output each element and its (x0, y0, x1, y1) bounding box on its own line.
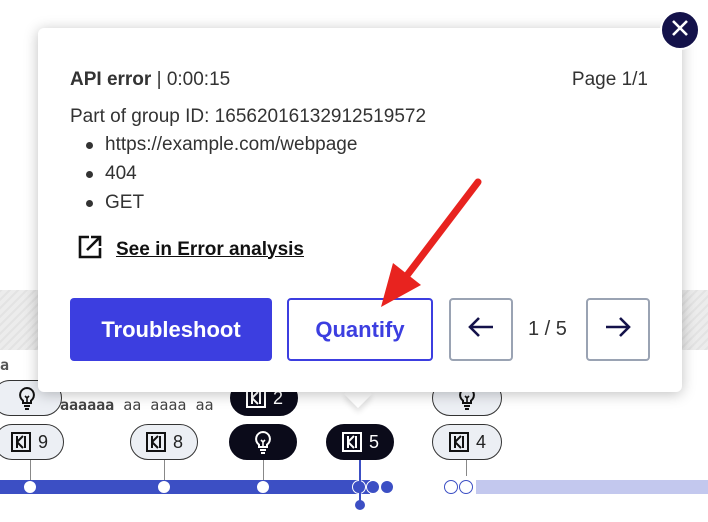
error-counter: 1 / 5 (528, 318, 567, 340)
timeline-anchor (355, 500, 365, 510)
detail-method: GET (85, 191, 357, 220)
error-details-list: https://example.com/webpage 404 GET (85, 133, 357, 220)
error-analysis-link-row[interactable]: See in Error analysis (76, 233, 304, 266)
marker-label: 8 (172, 431, 183, 452)
timeline-node[interactable] (444, 480, 458, 494)
timeline-node[interactable] (256, 480, 270, 494)
marker-stem (30, 460, 31, 480)
background-text: a (0, 356, 10, 374)
timeline-node[interactable] (157, 480, 171, 494)
previous-button[interactable] (449, 298, 513, 361)
marker-pill-8[interactable]: 8 (130, 424, 198, 460)
timeline-node[interactable] (459, 480, 473, 494)
timeline-anchor-line (359, 460, 361, 502)
marker-label: 4 (475, 431, 486, 452)
next-button[interactable] (586, 298, 650, 361)
frames-icon (448, 431, 470, 453)
popup-title: API error | 0:00:15 (70, 69, 230, 91)
marker-stem (263, 460, 264, 480)
arrow-right-icon (604, 315, 632, 344)
detail-url: https://example.com/webpage (85, 133, 357, 162)
lightbulb-icon (252, 430, 274, 454)
timeline-node-active[interactable] (380, 480, 394, 494)
timeline-node[interactable] (23, 480, 37, 494)
marker-label: 5 (368, 431, 379, 452)
marker-pill-bulb-dark[interactable] (229, 424, 297, 460)
quantify-button[interactable]: Quantify (287, 298, 433, 361)
marker-stem (164, 460, 165, 480)
external-link-icon (76, 233, 104, 266)
error-type: API error (70, 69, 152, 90)
close-icon (671, 19, 689, 42)
background-text-row: aaaaaa aa aaaa aa (60, 396, 214, 414)
arrow-left-icon (467, 315, 495, 344)
marker-pill-5[interactable]: 5 (326, 424, 394, 460)
title-separator: | (151, 69, 167, 90)
error-analysis-link[interactable]: See in Error analysis (116, 239, 304, 261)
marker-pill-9[interactable]: 9 (0, 424, 64, 460)
frames-icon (10, 431, 32, 453)
timeline-node-active[interactable] (366, 480, 380, 494)
lightbulb-icon (16, 386, 38, 410)
error-duration: 0:00:15 (166, 69, 231, 90)
detail-status: 404 (85, 162, 357, 191)
frames-icon (145, 431, 167, 453)
troubleshoot-button[interactable]: Troubleshoot (70, 298, 272, 361)
frames-icon (341, 431, 363, 453)
timeline-progress (0, 480, 370, 494)
close-button[interactable] (660, 10, 700, 50)
group-id-text: Part of group ID: 16562016132912519572 (70, 106, 427, 127)
marker-pill-4[interactable]: 4 (432, 424, 502, 460)
page-indicator: Page 1/1 (571, 69, 648, 90)
marker-label: 9 (37, 431, 48, 452)
